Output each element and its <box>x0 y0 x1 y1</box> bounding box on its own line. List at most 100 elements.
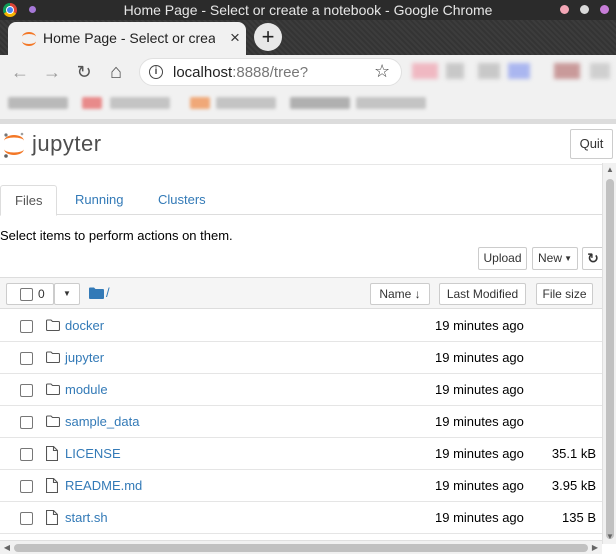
item-checkbox[interactable] <box>20 384 33 397</box>
item-checkbox[interactable] <box>20 416 33 429</box>
tab-running[interactable]: Running <box>61 185 137 215</box>
scroll-right-arrow-icon[interactable]: ▶ <box>590 543 600 553</box>
caret-down-icon: ▼ <box>63 289 71 298</box>
upload-button[interactable]: Upload <box>478 247 527 270</box>
tab-title: Home Page - Select or create a notebook <box>43 30 215 46</box>
extension-icon[interactable] <box>590 63 610 79</box>
window-titlebar: Home Page - Select or create a notebook … <box>0 0 616 20</box>
file-list-item[interactable]: jupyter 19 minutes ago <box>0 342 602 374</box>
sort-name-label: Name <box>379 287 412 301</box>
vertical-scrollbar[interactable]: ▲ ▼ <box>602 163 616 544</box>
file-list-item[interactable]: sample_data 19 minutes ago <box>0 406 602 438</box>
new-tab-button[interactable]: + <box>254 23 282 51</box>
notebook-tabs: Files Running Clusters <box>0 185 602 216</box>
item-size: 135 B <box>562 510 596 525</box>
item-modified: 19 minutes ago <box>435 478 524 493</box>
bookmark-item[interactable] <box>82 97 102 109</box>
jupyter-logo[interactable]: jupyter <box>2 129 112 159</box>
minimize-window-icon[interactable] <box>560 5 569 14</box>
select-menu-button[interactable]: ▼ <box>54 283 80 305</box>
horizontal-scroll-thumb[interactable] <box>14 544 588 552</box>
vertical-scroll-thumb[interactable] <box>606 179 614 539</box>
sort-by-size-button[interactable]: File size <box>536 283 593 305</box>
item-name-link[interactable]: README.md <box>65 478 142 493</box>
bookmark-item[interactable] <box>216 97 276 109</box>
file-icon <box>45 477 60 494</box>
scroll-left-arrow-icon[interactable]: ◀ <box>2 543 12 553</box>
item-checkbox[interactable] <box>20 480 33 493</box>
tab-clusters[interactable]: Clusters <box>144 185 220 215</box>
sort-by-modified-button[interactable]: Last Modified <box>439 283 526 305</box>
sort-by-name-button[interactable]: Name ↓ <box>370 283 430 305</box>
item-name-link[interactable]: start.sh <box>65 510 108 525</box>
jupyter-favicon-icon <box>22 32 36 46</box>
maximize-window-icon[interactable] <box>580 5 589 14</box>
scroll-down-arrow-icon[interactable]: ▼ <box>605 533 615 541</box>
select-all-checkbox[interactable] <box>20 288 33 301</box>
folder-icon <box>45 414 61 429</box>
bookmark-item[interactable] <box>290 97 350 109</box>
extension-icon[interactable] <box>446 63 464 79</box>
close-window-icon[interactable] <box>600 5 609 14</box>
new-button[interactable]: New ▼ <box>532 247 578 270</box>
url-path: :8888/tree? <box>232 64 309 81</box>
item-modified: 19 minutes ago <box>435 446 524 461</box>
folder-icon <box>45 318 61 333</box>
browser-tab[interactable]: Home Page - Select or create a notebook … <box>8 22 246 55</box>
caret-down-icon: ▼ <box>564 254 572 263</box>
folder-root-icon <box>89 287 104 299</box>
item-name-link[interactable]: docker <box>65 318 104 333</box>
bookmark-item[interactable] <box>356 97 426 109</box>
file-icon <box>45 509 60 526</box>
instructions-text: Select items to perform actions on them. <box>0 228 233 243</box>
folder-icon <box>45 350 61 365</box>
item-checkbox[interactable] <box>20 512 33 525</box>
home-icon[interactable]: ⌂ <box>104 60 128 84</box>
extension-icon[interactable] <box>412 63 438 79</box>
address-bar[interactable]: i localhost:8888/tree? ☆ <box>139 58 402 86</box>
back-icon[interactable]: ← <box>8 60 32 84</box>
item-checkbox[interactable] <box>20 352 33 365</box>
select-all-control[interactable]: 0 <box>6 283 54 305</box>
extension-icon[interactable] <box>508 63 530 79</box>
bookmark-star-icon[interactable]: ☆ <box>374 61 390 82</box>
bookmark-item[interactable] <box>190 97 210 109</box>
jupyter-logo-text: jupyter <box>32 131 102 156</box>
url-host: localhost <box>173 64 233 81</box>
tab-files[interactable]: Files <box>0 185 58 216</box>
bookmark-item[interactable] <box>110 97 170 109</box>
item-checkbox[interactable] <box>20 448 33 461</box>
file-list-item[interactable]: docker 19 minutes ago <box>0 310 602 342</box>
scroll-up-arrow-icon[interactable]: ▲ <box>605 166 615 174</box>
bookmarks-bar <box>0 89 616 119</box>
extension-icon[interactable] <box>554 63 580 79</box>
item-checkbox[interactable] <box>20 320 33 333</box>
address-url[interactable]: localhost:8888/tree? <box>173 64 308 81</box>
extension-icon[interactable] <box>478 63 500 79</box>
item-name-link[interactable]: sample_data <box>65 414 139 429</box>
quit-button[interactable]: Quit <box>570 129 613 159</box>
breadcrumb-root[interactable]: / <box>106 285 110 300</box>
reload-icon[interactable]: ↻ <box>72 60 96 84</box>
selected-count: 0 <box>38 287 45 301</box>
header-divider <box>0 164 616 165</box>
item-name-link[interactable]: module <box>65 382 108 397</box>
file-list-item[interactable]: LICENSE 19 minutes ago 35.1 kB <box>0 438 602 470</box>
item-name-link[interactable]: jupyter <box>65 350 104 365</box>
bookmark-item[interactable] <box>8 97 68 109</box>
item-modified: 19 minutes ago <box>435 350 524 365</box>
window-title: Home Page - Select or create a notebook … <box>123 2 493 18</box>
refresh-button[interactable]: ↻ <box>582 247 604 270</box>
item-name-link[interactable]: LICENSE <box>65 446 121 461</box>
file-list-item[interactable]: start.sh 19 minutes ago 135 B <box>0 502 602 534</box>
site-info-icon[interactable]: i <box>149 65 163 79</box>
horizontal-scrollbar[interactable]: ◀ ▶ <box>0 540 602 554</box>
file-list-item[interactable]: README.md 19 minutes ago 3.95 kB <box>0 470 602 502</box>
jupyter-page: jupyter Quit Files Running Clusters Sele… <box>0 124 616 554</box>
close-tab-icon[interactable]: × <box>227 29 243 47</box>
item-size: 35.1 kB <box>551 446 596 461</box>
file-list-header: 0 ▼ / Name ↓ Last Modified File size <box>0 277 602 309</box>
folder-icon <box>45 382 61 397</box>
file-list-item[interactable]: module 19 minutes ago <box>0 374 602 406</box>
forward-icon[interactable]: → <box>40 60 64 84</box>
